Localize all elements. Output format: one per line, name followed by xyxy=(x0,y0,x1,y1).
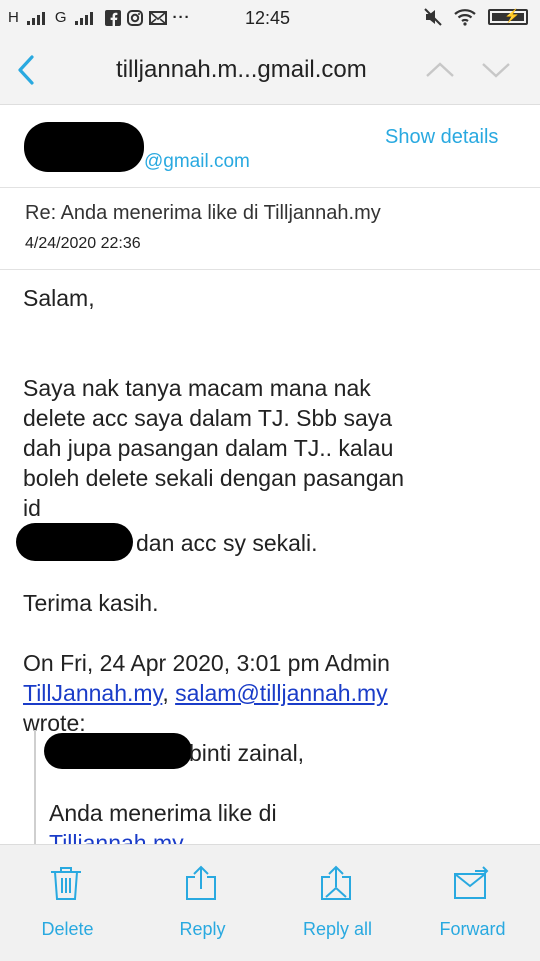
reply-button[interactable]: Reply xyxy=(135,845,270,961)
delete-button[interactable]: Delete xyxy=(0,845,135,961)
forward-button[interactable]: Forward xyxy=(405,845,540,961)
bottom-toolbar: Delete Reply Reply all Forward xyxy=(0,844,540,961)
quoted-name-suffix: binti zainal, xyxy=(189,740,305,766)
email-header-bar: tilljannah.m...gmail.com xyxy=(0,36,540,105)
subject-block: Re: Anda menerima like di Tilljannah.my … xyxy=(0,188,540,270)
trash-icon xyxy=(51,867,81,900)
battery-icon: ⚡ xyxy=(488,8,528,25)
body-line: Saya nak tanya macam mana nak xyxy=(23,375,371,401)
signal-icon xyxy=(74,11,93,25)
quote-bar xyxy=(34,730,36,844)
redaction-partner-id xyxy=(16,523,133,561)
redaction-quoted-name xyxy=(44,733,192,769)
quote-header: On Fri, 24 Apr 2020, 3:01 pm Admin xyxy=(23,650,390,676)
forward-icon xyxy=(454,866,489,899)
back-icon[interactable] xyxy=(12,52,42,88)
mute-icon xyxy=(424,8,442,26)
status-time: 12:45 xyxy=(245,8,291,28)
reply-all-button[interactable]: Reply all xyxy=(270,845,405,961)
sender-email-domain[interactable]: @gmail.com xyxy=(144,151,250,173)
reply-label: Reply xyxy=(179,919,226,939)
quote-separator: , xyxy=(162,680,176,706)
facebook-icon xyxy=(104,9,121,26)
mail-icon xyxy=(148,10,167,25)
quote-links: TillJannah.my, salam@tilljannah.my xyxy=(23,678,388,708)
redaction-sender-name xyxy=(24,122,144,172)
network-label-g: G xyxy=(54,9,67,26)
body-line: dan acc sy sekali. xyxy=(136,530,318,556)
body-greeting: Salam, xyxy=(23,285,95,311)
quoted-link[interactable]: Tilljannah.my xyxy=(49,828,184,844)
forward-label: Forward xyxy=(439,919,506,939)
status-bar: H G ··· 12:45 ⚡ xyxy=(0,0,540,36)
more-notifications-icon: ··· xyxy=(172,9,191,26)
quoted-line: Anda menerima like di xyxy=(49,800,277,826)
reply-icon xyxy=(186,865,216,900)
sender-block: @gmail.com Show details xyxy=(0,105,540,188)
delete-label: Delete xyxy=(41,919,94,939)
body-line: delete acc saya dalam TJ. Sbb saya xyxy=(23,405,393,431)
signal-icon xyxy=(26,11,45,25)
body-line: boleh delete sekali dengan pasangan xyxy=(23,465,405,491)
status-left: H G ··· xyxy=(8,9,191,26)
quote-link-site[interactable]: TillJannah.my xyxy=(23,680,162,706)
body-thanks: Terima kasih. xyxy=(23,590,159,616)
email-body: Salam, Saya nak tanya macam mana nak del… xyxy=(0,270,540,844)
email-subject: Re: Anda menerima like di Tilljannah.my xyxy=(25,202,381,224)
instagram-icon xyxy=(126,9,143,26)
reply-all-icon xyxy=(321,865,351,900)
wifi-icon xyxy=(454,9,476,26)
quote-link-email[interactable]: salam@tilljannah.my xyxy=(175,680,388,706)
body-line: id xyxy=(23,495,41,521)
show-details-link[interactable]: Show details xyxy=(385,126,498,149)
email-date: 4/24/2020 22:36 xyxy=(25,235,141,252)
header-title: tilljannah.m...gmail.com xyxy=(116,56,367,83)
status-right: ⚡ xyxy=(424,8,528,26)
chevron-up-icon[interactable] xyxy=(424,56,456,84)
reply-all-label: Reply all xyxy=(302,919,373,939)
chevron-down-icon[interactable] xyxy=(480,56,512,84)
body-line: dah jupa pasangan dalam TJ.. kalau xyxy=(23,435,394,461)
network-label-h: H xyxy=(8,9,19,26)
